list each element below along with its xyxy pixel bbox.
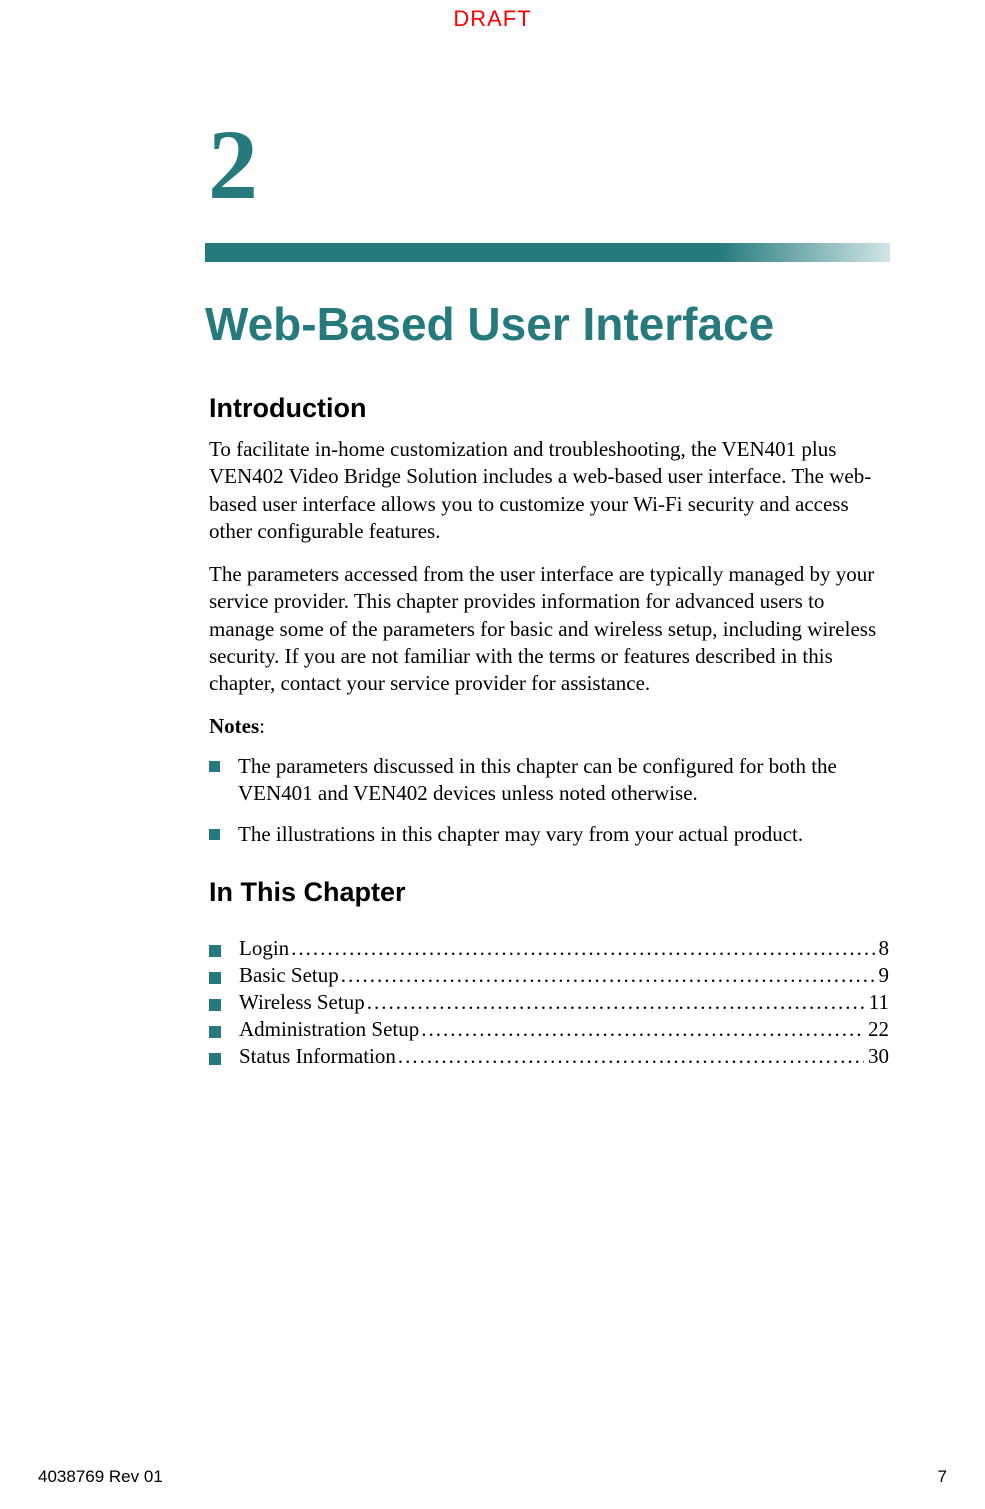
toc-page: 22 xyxy=(864,1017,889,1042)
toc-label: Login xyxy=(239,936,289,961)
chapter-title: Web-Based User Interface xyxy=(205,297,910,351)
square-bullet-icon xyxy=(209,999,221,1011)
draft-watermark: DRAFT xyxy=(453,6,531,32)
toc-leader-dots: ........................................… xyxy=(365,990,865,1015)
toc-leader-dots: ........................................… xyxy=(419,1017,864,1042)
note-text: The parameters discussed in this chapter… xyxy=(238,753,889,808)
footer-docid: 4038769 Rev 01 xyxy=(38,1467,163,1487)
square-bullet-icon xyxy=(209,945,221,957)
notes-label: Notes: xyxy=(209,714,910,739)
toc-leader-dots: ........................................… xyxy=(289,936,874,961)
chapter-divider xyxy=(205,243,890,262)
in-this-chapter-heading: In This Chapter xyxy=(209,877,910,908)
introduction-heading: Introduction xyxy=(209,393,910,424)
note-item: The illustrations in this chapter may va… xyxy=(209,821,889,848)
toc-page: 8 xyxy=(875,936,890,961)
square-bullet-icon xyxy=(209,829,220,840)
toc-label: Administration Setup xyxy=(239,1017,419,1042)
toc-label: Basic Setup xyxy=(239,963,339,988)
intro-paragraph-1: To facilitate in-home customization and … xyxy=(209,436,889,545)
toc-leader-dots: ........................................… xyxy=(396,1044,864,1069)
toc-list: Login ..................................… xyxy=(209,936,910,1069)
page-footer: 4038769 Rev 01 7 xyxy=(38,1467,947,1487)
toc-item-login: Login ..................................… xyxy=(209,936,889,961)
intro-paragraph-2: The parameters accessed from the user in… xyxy=(209,561,889,697)
toc-item-administration-setup: Administration Setup ...................… xyxy=(209,1017,889,1042)
square-bullet-icon xyxy=(209,1026,221,1038)
notes-list: The parameters discussed in this chapter… xyxy=(209,753,910,849)
toc-item-basic-setup: Basic Setup ............................… xyxy=(209,963,889,988)
toc-label: Wireless Setup xyxy=(239,990,365,1015)
toc-page: 30 xyxy=(864,1044,889,1069)
square-bullet-icon xyxy=(209,972,221,984)
note-text: The illustrations in this chapter may va… xyxy=(238,821,889,848)
toc-item-wireless-setup: Wireless Setup .........................… xyxy=(209,990,889,1015)
note-item: The parameters discussed in this chapter… xyxy=(209,753,889,808)
toc-page: 9 xyxy=(875,963,890,988)
square-bullet-icon xyxy=(209,761,220,772)
chapter-number: 2 xyxy=(208,115,910,215)
toc-label: Status Information xyxy=(239,1044,396,1069)
page-content: 2 Web-Based User Interface Introduction … xyxy=(205,115,910,1071)
toc-item-status-information: Status Information .....................… xyxy=(209,1044,889,1069)
toc-leader-dots: ........................................… xyxy=(339,963,875,988)
square-bullet-icon xyxy=(209,1053,221,1065)
toc-page: 11 xyxy=(865,990,889,1015)
footer-page-number: 7 xyxy=(938,1467,947,1487)
